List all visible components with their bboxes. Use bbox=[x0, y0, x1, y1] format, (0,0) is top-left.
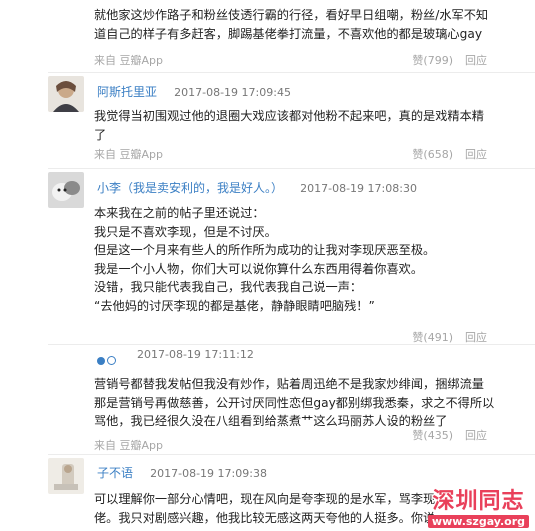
comment-actions: 赞(491) 回应 bbox=[412, 329, 487, 345]
like-button[interactable]: 赞(658) bbox=[412, 148, 453, 161]
timestamp: 2017-08-19 17:11:12 bbox=[137, 348, 254, 361]
username-link[interactable]: 阿斯托里亚 bbox=[97, 85, 157, 99]
comment-line: 佬。我只对剧感兴趣，他我比较无感这两天夸他的人挺多。你说 bbox=[94, 510, 436, 525]
avatar-placeholder-icon bbox=[97, 350, 118, 369]
reply-button[interactable]: 回应 bbox=[465, 148, 487, 161]
comment-line: “去他妈的讨厌李现的都是基佬，静静眼睛吧脑残！” bbox=[94, 298, 375, 313]
comment-actions: 赞(435) 回应 bbox=[412, 427, 487, 443]
like-button[interactable]: 赞(491) bbox=[412, 331, 453, 344]
comment-text: 可以理解你一部分心情吧，现在风向是夸李现的是水军，骂李现 佬。我只对剧感兴趣，他… bbox=[94, 490, 435, 527]
source-label: 来自 豆瓣App bbox=[94, 148, 163, 161]
username-link[interactable]: 子不语 bbox=[97, 466, 133, 480]
comment-line: 那是营销号再做慈善，公开讨厌同性恋但gay都别绑我悉秦，求之不得所以 bbox=[94, 395, 495, 410]
divider bbox=[48, 168, 535, 169]
divider bbox=[48, 454, 535, 455]
reply-button[interactable]: 回应 bbox=[465, 331, 487, 344]
comment-line: 了 bbox=[94, 127, 107, 142]
comment-line: 没错，我只能代表我自己，我代表我自己说一声： bbox=[94, 280, 363, 294]
watermark-logo: 深圳同志 www.szgay.org bbox=[427, 483, 529, 528]
comment-line: 本来我在之前的帖子里还说过： bbox=[94, 206, 265, 220]
divider bbox=[48, 344, 535, 345]
like-button[interactable]: 赞(435) bbox=[412, 429, 453, 442]
comment-actions: 赞(658) 回应 bbox=[412, 146, 487, 162]
comment-header: 小李（我是卖安利的，我是好人。） 2017-08-19 17:08:30 bbox=[97, 177, 417, 196]
username-link[interactable]: 小李（我是卖安利的，我是好人。） bbox=[97, 181, 283, 195]
comment-line: 营销号都替我发帖但我没有炒作，贴着周迅绝不是我家炒绯闻，捆绑流量 bbox=[94, 377, 484, 391]
comment-actions: 赞(799) 回应 bbox=[412, 52, 487, 68]
comment-line: 我觉得当初围观过他的退圈大戏应该都对他粉不起来吧，真的是戏精本精 bbox=[94, 109, 484, 123]
divider bbox=[48, 72, 535, 73]
comment-text: 我觉得当初围观过他的退圈大戏应该都对他粉不起来吧，真的是戏精本精 了 bbox=[94, 107, 484, 144]
reply-button[interactable]: 回应 bbox=[465, 54, 487, 67]
comment-line: 可以理解你一部分心情吧，现在风向是夸李现的是水军，骂李现 bbox=[94, 492, 436, 506]
timestamp: 2017-08-19 17:08:30 bbox=[300, 182, 417, 195]
comment-line: 就他家这炒作路子和粉丝伎透行霸的行径，看好早日组嘲，粉丝/水军不知 bbox=[94, 8, 489, 22]
comment-text: 本来我在之前的帖子里还说过： 我只是不喜欢李现，但是不讨厌。 但是这一个月来有些… bbox=[94, 204, 435, 315]
avatar[interactable] bbox=[48, 458, 84, 494]
avatar[interactable] bbox=[48, 76, 84, 112]
comment-header: 子不语 2017-08-19 17:09:38 bbox=[97, 462, 267, 481]
comment-text: 营销号都替我发帖但我没有炒作，贴着周迅绝不是我家炒绯闻，捆绑流量 那是营销号再做… bbox=[94, 375, 494, 431]
watermark-title: 深圳同志 bbox=[432, 488, 525, 514]
comment-line: 我只是不喜欢李现，但是不讨厌。 bbox=[94, 224, 277, 239]
comment-text: 就他家这炒作路子和粉丝伎透行霸的行径，看好早日组嘲，粉丝/水军不知 道自己的样子… bbox=[94, 6, 488, 43]
source-label: 来自 豆瓣App bbox=[94, 439, 163, 452]
timestamp: 2017-08-19 17:09:45 bbox=[174, 86, 291, 99]
comment-header: 阿斯托里亚 2017-08-19 17:09:45 bbox=[97, 81, 291, 100]
source-label: 来自 豆瓣App bbox=[94, 54, 163, 67]
timestamp: 2017-08-19 17:09:38 bbox=[150, 467, 267, 480]
reply-button[interactable]: 回应 bbox=[465, 429, 487, 442]
watermark-url: www.szgay.org bbox=[427, 515, 529, 528]
comment-line: 道自己的样子有多赶客，脚踢基佬拳打流量，不喜欢他的都是玻璃心gay bbox=[94, 26, 483, 41]
like-button[interactable]: 赞(799) bbox=[412, 54, 453, 67]
comment-line: 但是这一个月来有些人的所作所为成功的让我对李现厌恶至极。 bbox=[94, 243, 436, 257]
comment-line: 我是一个小人物，你们大可以说你算什么东西用得着你喜欢。 bbox=[94, 261, 424, 276]
avatar[interactable] bbox=[48, 172, 84, 208]
